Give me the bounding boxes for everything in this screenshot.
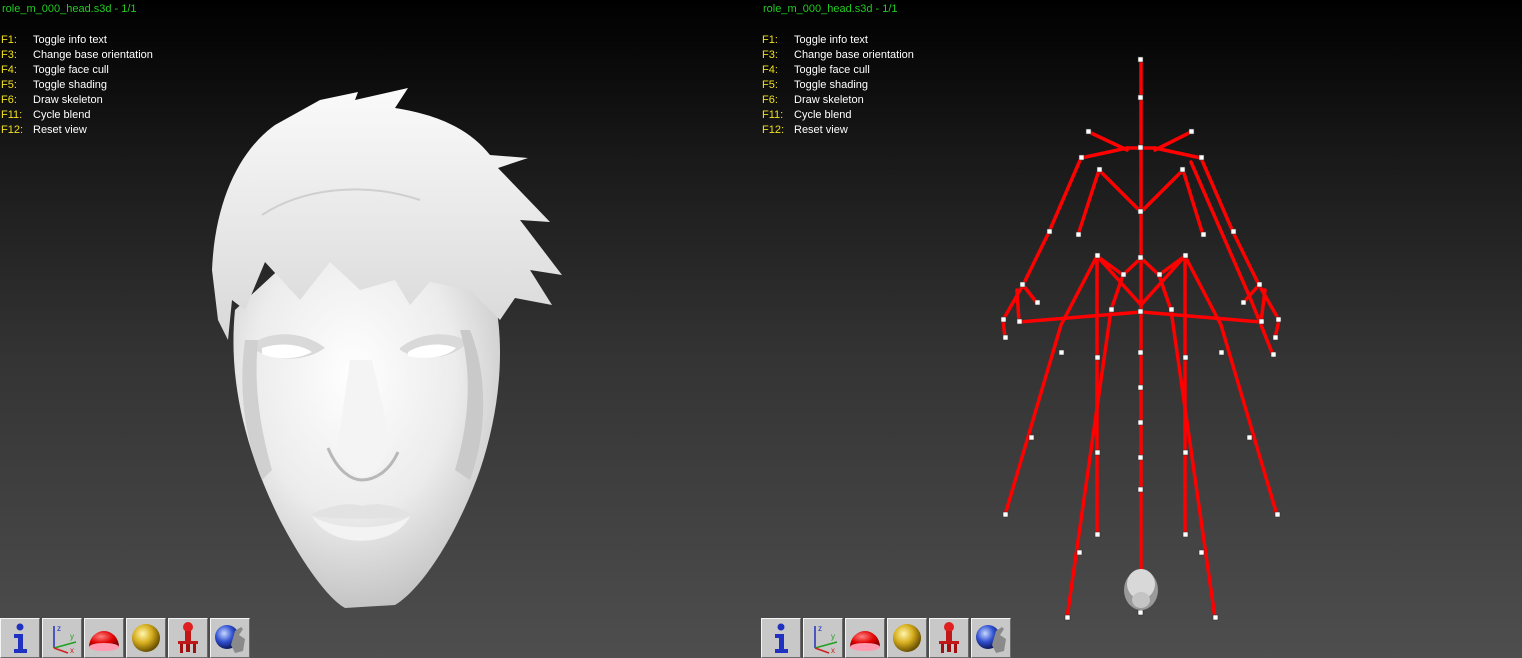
dome-button[interactable] [845,618,885,658]
help-key: F12: [1,124,24,136]
toolbar: zyx [761,618,1013,658]
blue-sphere-hand-icon [976,625,1006,653]
help-key: F11: [1,109,23,121]
help-key: F4: [762,64,778,76]
svg-text:z: z [57,624,61,633]
help-key: F6: [1,94,17,106]
svg-text:y: y [831,632,835,641]
help-key: F1: [762,34,778,46]
skeleton-render [1000,56,1282,621]
red-dome-icon [89,631,119,651]
robot-skeleton-icon [939,622,959,653]
info-button[interactable] [0,618,40,658]
texture-button[interactable] [971,618,1011,658]
help-description: Change base orientation [794,49,914,61]
help-description: Cycle blend [33,109,91,121]
help-description: Toggle shading [794,79,869,91]
help-description: Toggle info text [794,34,868,46]
file-title: role_m_000_head.s3d - 1/1 [763,3,898,15]
axes-icon: zyx [53,624,77,654]
help-description: Change base orientation [33,49,153,61]
help-key: F6: [762,94,778,106]
info-icon [775,623,788,653]
svg-text:z: z [818,624,822,633]
help-key: F3: [762,49,778,61]
axes-button[interactable]: zyx [42,618,82,658]
help-description: Toggle face cull [794,64,870,76]
help-key: F5: [762,79,778,91]
help-description: Draw skeleton [33,94,103,106]
red-dome-icon [850,631,880,651]
help-key: F5: [1,79,17,91]
help-description: Reset view [794,124,848,136]
toolbar: zyx [0,618,252,658]
help-key: F11: [762,109,784,121]
gold-sphere-icon [132,624,160,652]
svg-text:x: x [70,646,74,654]
help-description: Toggle shading [33,79,108,91]
head-mesh-thumbnail [1124,569,1158,610]
axes-icon: zyx [814,624,838,654]
head-mesh-render [212,88,562,608]
blue-sphere-hand-icon [215,625,245,653]
axes-button[interactable]: zyx [803,618,843,658]
sphere-button[interactable] [126,618,166,658]
help-description: Reset view [33,124,87,136]
help-description: Cycle blend [794,109,852,121]
skeleton-button[interactable] [168,618,208,658]
help-description: Toggle info text [33,34,107,46]
svg-text:x: x [831,646,835,654]
gold-sphere-icon [893,624,921,652]
svg-text:y: y [70,632,74,641]
dome-button[interactable] [84,618,124,658]
info-button[interactable] [761,618,801,658]
file-title: role_m_000_head.s3d - 1/1 [2,3,137,15]
left-viewport[interactable]: role_m_000_head.s3d - 1/1 F1: Toggle info… [0,0,761,658]
help-description: Toggle face cull [33,64,109,76]
help-key: F4: [1,64,17,76]
help-key: F3: [1,49,17,61]
sphere-button[interactable] [887,618,927,658]
help-key: F12: [762,124,785,136]
info-icon [14,623,27,653]
skeleton-button[interactable] [929,618,969,658]
help-key: F1: [1,34,17,46]
texture-button[interactable] [210,618,250,658]
help-description: Draw skeleton [794,94,864,106]
skeleton-bones [1001,58,1281,620]
robot-skeleton-icon [178,622,198,653]
right-viewport[interactable]: role_m_000_head.s3d - 1/1 F1: Toggle info… [761,0,1522,658]
